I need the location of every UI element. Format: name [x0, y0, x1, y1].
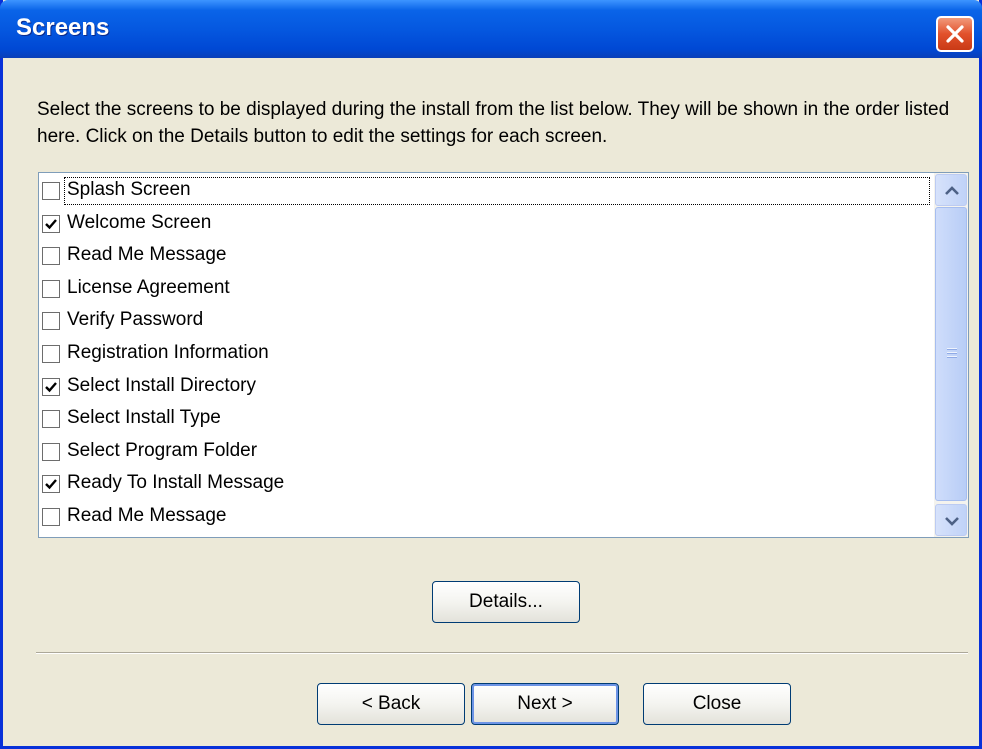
- focus-rectangle: [64, 177, 930, 205]
- scrollbar-thumb[interactable]: [935, 207, 967, 501]
- list-item-label: Select Program Folder: [67, 440, 258, 461]
- details-button[interactable]: Details...: [432, 581, 580, 623]
- title-bar[interactable]: Screens: [0, 0, 982, 58]
- list-item-label: Ready To Install Message: [67, 472, 285, 493]
- chevron-down-icon: [945, 517, 959, 526]
- list-item-label: Registration Information: [67, 342, 269, 363]
- checkbox[interactable]: [42, 443, 60, 461]
- list-item[interactable]: Verify Password: [39, 305, 932, 337]
- close-window-button[interactable]: [936, 16, 974, 52]
- vertical-scrollbar[interactable]: [934, 173, 968, 537]
- checkbox[interactable]: [42, 312, 60, 330]
- list-item[interactable]: Registration Information: [39, 338, 932, 370]
- list-item-label: Read Me Message: [67, 505, 227, 526]
- list-item-label: Select Install Directory: [67, 375, 257, 396]
- list-item-label: License Agreement: [67, 277, 230, 298]
- close-icon: [946, 25, 964, 43]
- checkmark-icon: [45, 219, 57, 230]
- back-button[interactable]: < Back: [317, 683, 465, 725]
- list-item[interactable]: Select Install Directory: [39, 371, 932, 403]
- window-title: Screens: [16, 14, 110, 41]
- checkbox[interactable]: [42, 475, 60, 493]
- list-item[interactable]: Ready To Install Message: [39, 468, 932, 500]
- checkbox[interactable]: [42, 247, 60, 265]
- checkbox[interactable]: [42, 215, 60, 233]
- list-item-label: Verify Password: [67, 309, 204, 330]
- list-item-label: Select Install Type: [67, 407, 221, 428]
- checkmark-icon: [45, 382, 57, 393]
- close-button[interactable]: Close: [643, 683, 791, 725]
- list-item[interactable]: Welcome Screen: [39, 208, 932, 240]
- checkbox[interactable]: [42, 345, 60, 363]
- list-item[interactable]: Select Program Folder: [39, 436, 932, 468]
- list-item[interactable]: License Agreement: [39, 273, 932, 305]
- checkmark-icon: [45, 479, 57, 490]
- list-item-label: Welcome Screen: [67, 212, 212, 233]
- list-item[interactable]: Read Me Message: [39, 240, 932, 272]
- list-item[interactable]: Select Install Type: [39, 403, 932, 435]
- checkbox[interactable]: [42, 182, 60, 200]
- checkbox[interactable]: [42, 410, 60, 428]
- list-item[interactable]: Splash Screen: [39, 175, 932, 207]
- screens-dialog: Screens Select the screens to be display…: [0, 0, 982, 749]
- grip-icon: [947, 348, 957, 358]
- divider: [36, 652, 968, 654]
- checkbox[interactable]: [42, 378, 60, 396]
- next-button[interactable]: Next >: [471, 683, 619, 725]
- instructions-text: Select the screens to be displayed durin…: [37, 99, 950, 147]
- scroll-up-button[interactable]: [935, 174, 967, 206]
- scroll-down-button[interactable]: [935, 504, 967, 536]
- chevron-up-icon: [945, 186, 959, 195]
- list-item-label: Read Me Message: [67, 244, 227, 265]
- screens-listbox[interactable]: Splash Screen Welcome Screen Read Me Messa…: [38, 172, 969, 538]
- checkbox[interactable]: [42, 280, 60, 298]
- checkbox[interactable]: [42, 508, 60, 526]
- list-item[interactable]: Read Me Message: [39, 501, 932, 533]
